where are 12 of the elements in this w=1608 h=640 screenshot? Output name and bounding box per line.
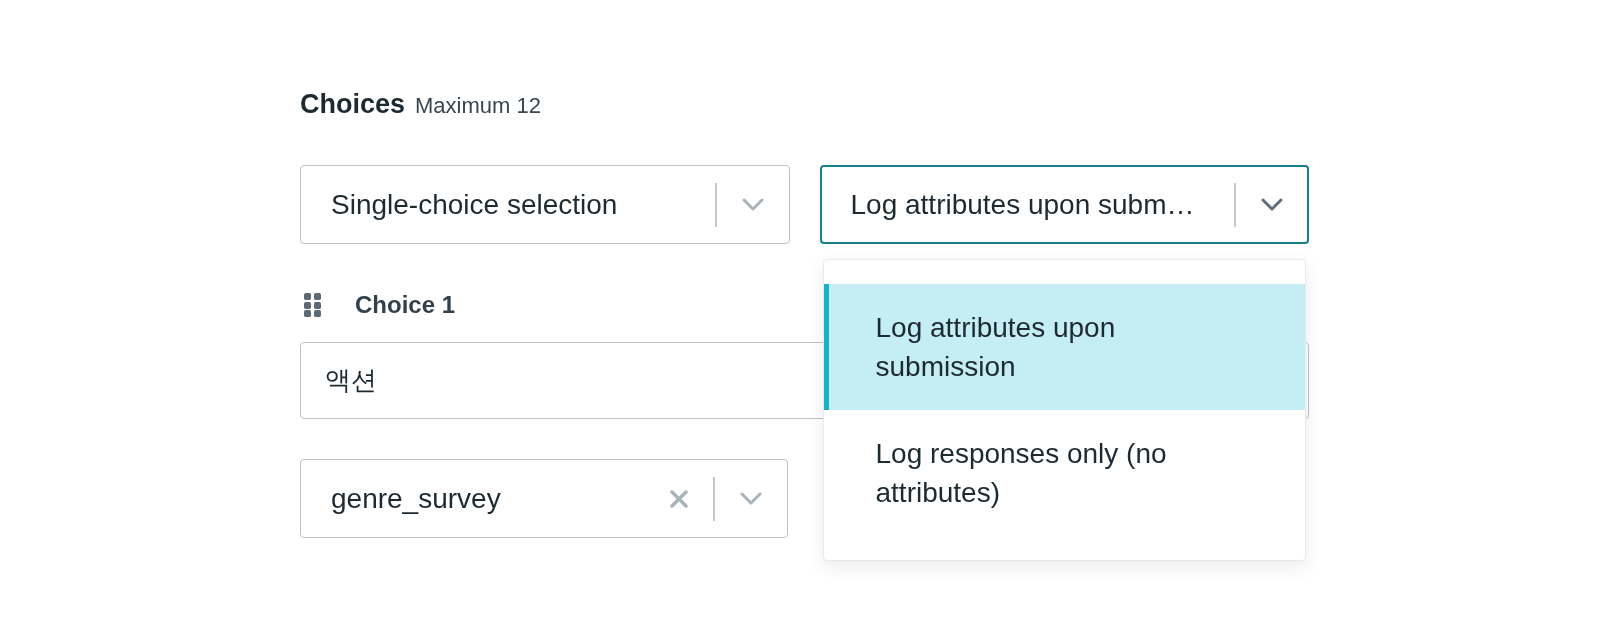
menu-option[interactable]: Log attributes upon submission bbox=[823, 284, 1305, 410]
chevron-down-icon bbox=[1261, 198, 1283, 211]
menu-option[interactable]: Log responses only (no attributes) bbox=[823, 410, 1305, 536]
attribute-select[interactable]: genre_survey bbox=[300, 459, 788, 538]
chevron-down-icon bbox=[741, 198, 764, 211]
logging-select[interactable]: Log attributes upon subm… bbox=[819, 165, 1309, 244]
type-select[interactable]: Single-choice selection bbox=[300, 165, 790, 244]
choice-label: Choice 1 bbox=[355, 290, 456, 320]
drag-handle-icon[interactable] bbox=[304, 293, 321, 317]
section-title: Choices bbox=[300, 88, 406, 120]
chevron-down-icon bbox=[740, 492, 762, 505]
section-note: Maximum 12 bbox=[415, 92, 541, 120]
